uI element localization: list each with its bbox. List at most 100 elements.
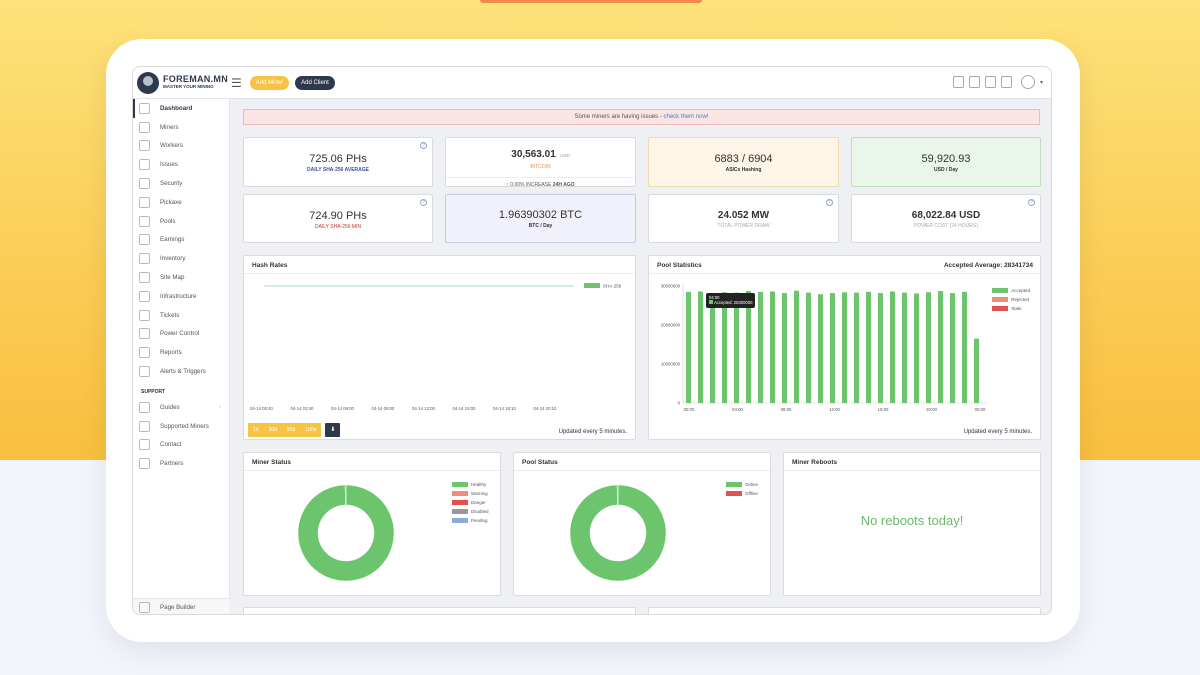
site-map-icon	[139, 272, 150, 284]
issues-icon	[139, 159, 150, 171]
power-icon	[139, 328, 150, 340]
accepted-bar[interactable]	[710, 293, 716, 403]
download-icon[interactable]: ⬇	[325, 423, 341, 437]
accepted-bar[interactable]	[818, 294, 824, 403]
accepted-bar[interactable]	[686, 291, 692, 403]
sidebar-item-pools[interactable]: Pools	[133, 212, 229, 231]
info-icon[interactable]: ?	[826, 199, 833, 206]
hash-min-label: DAILY SHA-256 MIN	[314, 224, 362, 230]
accepted-bar[interactable]	[842, 292, 848, 403]
range-tabs: 1d 30d 90d 180d ⬇	[248, 423, 341, 437]
sidebar-item-infrastructure[interactable]: Infrastructure	[133, 287, 229, 306]
accepted-bar[interactable]	[722, 292, 728, 403]
info-icon[interactable]: ?	[420, 199, 427, 206]
accepted-bar[interactable]	[890, 291, 896, 403]
legend-label: SHA-256	[603, 284, 622, 289]
accepted-bar[interactable]	[878, 293, 884, 403]
hash-avg-value: 725.06 PHs	[309, 153, 367, 165]
accepted-bar[interactable]	[950, 293, 956, 403]
accepted-bar[interactable]	[698, 291, 704, 403]
pool-legend: Accepted Rejected Stale	[992, 286, 1030, 313]
x-tick-label: 04-14 15:00	[453, 406, 477, 411]
range-tab[interactable]: 90d	[281, 423, 301, 437]
sidebar: Dashboard Miners Workers Issues Security Pick…	[133, 99, 230, 614]
trophy-icon[interactable]	[984, 76, 996, 88]
accepted-bar[interactable]	[734, 292, 740, 403]
accepted-bar[interactable]	[794, 290, 800, 403]
accepted-bar[interactable]	[830, 293, 836, 403]
accepted-bar[interactable]	[758, 291, 764, 403]
hash-rates-chart: SHA-256 04-14 00:40 04-14 03:40 04-14 06:00…	[250, 283, 622, 411]
accepted-bar[interactable]	[902, 292, 908, 403]
y-tick-label: 10000000	[661, 362, 681, 367]
accepted-bar[interactable]	[770, 291, 776, 403]
page-builder-label: Page Builder	[160, 604, 196, 611]
accepted-bar[interactable]	[962, 291, 968, 403]
sidebar-item-power-control[interactable]: Power Control	[133, 325, 229, 344]
range-tab[interactable]: 30d	[263, 423, 282, 437]
accepted-bar[interactable]	[974, 338, 980, 403]
y-tick-label: 30000000	[661, 284, 681, 289]
range-tab[interactable]: 1d	[248, 423, 264, 437]
sidebar-item-label: Guides	[160, 403, 180, 411]
accepted-bar[interactable]	[914, 293, 920, 403]
legend-swatch	[726, 482, 742, 487]
sidebar-item-contact[interactable]: Contact	[133, 436, 229, 455]
sidebar-item-label: Workers	[160, 142, 183, 150]
sidebar-item-supported-miners[interactable]: Supported Miners	[133, 417, 229, 436]
increase-period: 24H AGO	[552, 182, 575, 188]
accepted-bar[interactable]	[938, 291, 944, 403]
sidebar-item-miners[interactable]: Miners	[133, 118, 229, 137]
sidebar-item-pickaxe[interactable]: Pickaxe	[133, 193, 229, 212]
sidebar-item-dashboard[interactable]: Dashboard	[133, 99, 229, 118]
sidebar-item-security[interactable]: Security	[133, 174, 229, 193]
sidebar-item-partners[interactable]: Partners	[133, 454, 229, 473]
page-builder-icon	[139, 602, 150, 613]
tickets-icon	[139, 309, 150, 321]
page-builder-link[interactable]: Page Builder	[133, 598, 230, 614]
sidebar-item-alerts-triggers[interactable]: Alerts & Triggers	[133, 362, 229, 381]
donut-slice-offline[interactable]	[616, 484, 619, 506]
range-tab[interactable]: 180d	[300, 423, 322, 437]
user-avatar-icon[interactable]	[1020, 75, 1035, 89]
miner-status-panel: Miner Status Healthy Warning Danger Disable…	[243, 452, 501, 596]
accepted-bar[interactable]	[782, 293, 788, 403]
legend-label: Stale	[1011, 306, 1022, 311]
sidebar-item-tickets[interactable]: Tickets	[133, 306, 229, 325]
pool-status-panel: Pool Status Online Offline	[513, 452, 771, 596]
legend-item: Danger	[452, 498, 489, 507]
sidebar-item-reports[interactable]: Reports	[133, 343, 229, 362]
logo[interactable]: FOREMAN.MN MASTER YOUR MINING	[133, 71, 229, 94]
sidebar-item-site-map[interactable]: Site Map	[133, 268, 229, 287]
accepted-bar[interactable]	[926, 292, 932, 403]
cloud-icon[interactable]	[968, 76, 980, 88]
chevron-down-icon[interactable]: ▾	[1040, 79, 1043, 86]
sidebar-item-inventory[interactable]: Inventory	[133, 249, 229, 268]
clipboard-icon[interactable]	[952, 76, 964, 88]
add-client-button[interactable]: Add Client	[295, 75, 335, 90]
info-icon[interactable]: ?	[420, 142, 427, 149]
support-section-label: SUPPORT	[141, 388, 166, 395]
accepted-bar[interactable]	[806, 292, 812, 403]
hash-rates-panel: Hash Rates SHA-256 04-14 00:40 04-14 03:40…	[243, 255, 636, 440]
add-miner-button[interactable]: Add Miner	[249, 75, 290, 90]
legend-item: Warning	[452, 489, 489, 498]
sidebar-item-earnings[interactable]: Earnings	[133, 231, 229, 250]
accepted-bar[interactable]	[854, 292, 860, 403]
chart-tooltip: 04:00 Accepted: 28300000	[706, 293, 756, 308]
sidebar-item-workers[interactable]: Workers	[133, 137, 229, 156]
accepted-bar[interactable]	[866, 291, 872, 403]
sidebar-item-label: Alerts & Triggers	[160, 368, 206, 376]
sidebar-item-label: Partners	[160, 460, 184, 468]
x-tick-label: 04-14 03:40	[291, 406, 315, 411]
logo-title: FOREMAN.MN	[163, 74, 228, 85]
info-icon[interactable]: ?	[1028, 199, 1035, 206]
hamburger-menu-icon[interactable]: ☰	[231, 76, 242, 90]
sidebar-item-guides[interactable]: Guides ›	[133, 398, 229, 417]
bitcoin-price-card: 30,563.01 USD BITCOIN ↑ 0.00% INCREASE 2…	[445, 137, 636, 188]
donut-slice-danger[interactable]	[344, 484, 347, 506]
logo-tagline: MASTER YOUR MINING	[163, 84, 214, 90]
list-icon[interactable]	[1000, 76, 1012, 88]
alert-link[interactable]: check them now!	[664, 114, 709, 120]
sidebar-item-issues[interactable]: Issues	[133, 155, 229, 174]
